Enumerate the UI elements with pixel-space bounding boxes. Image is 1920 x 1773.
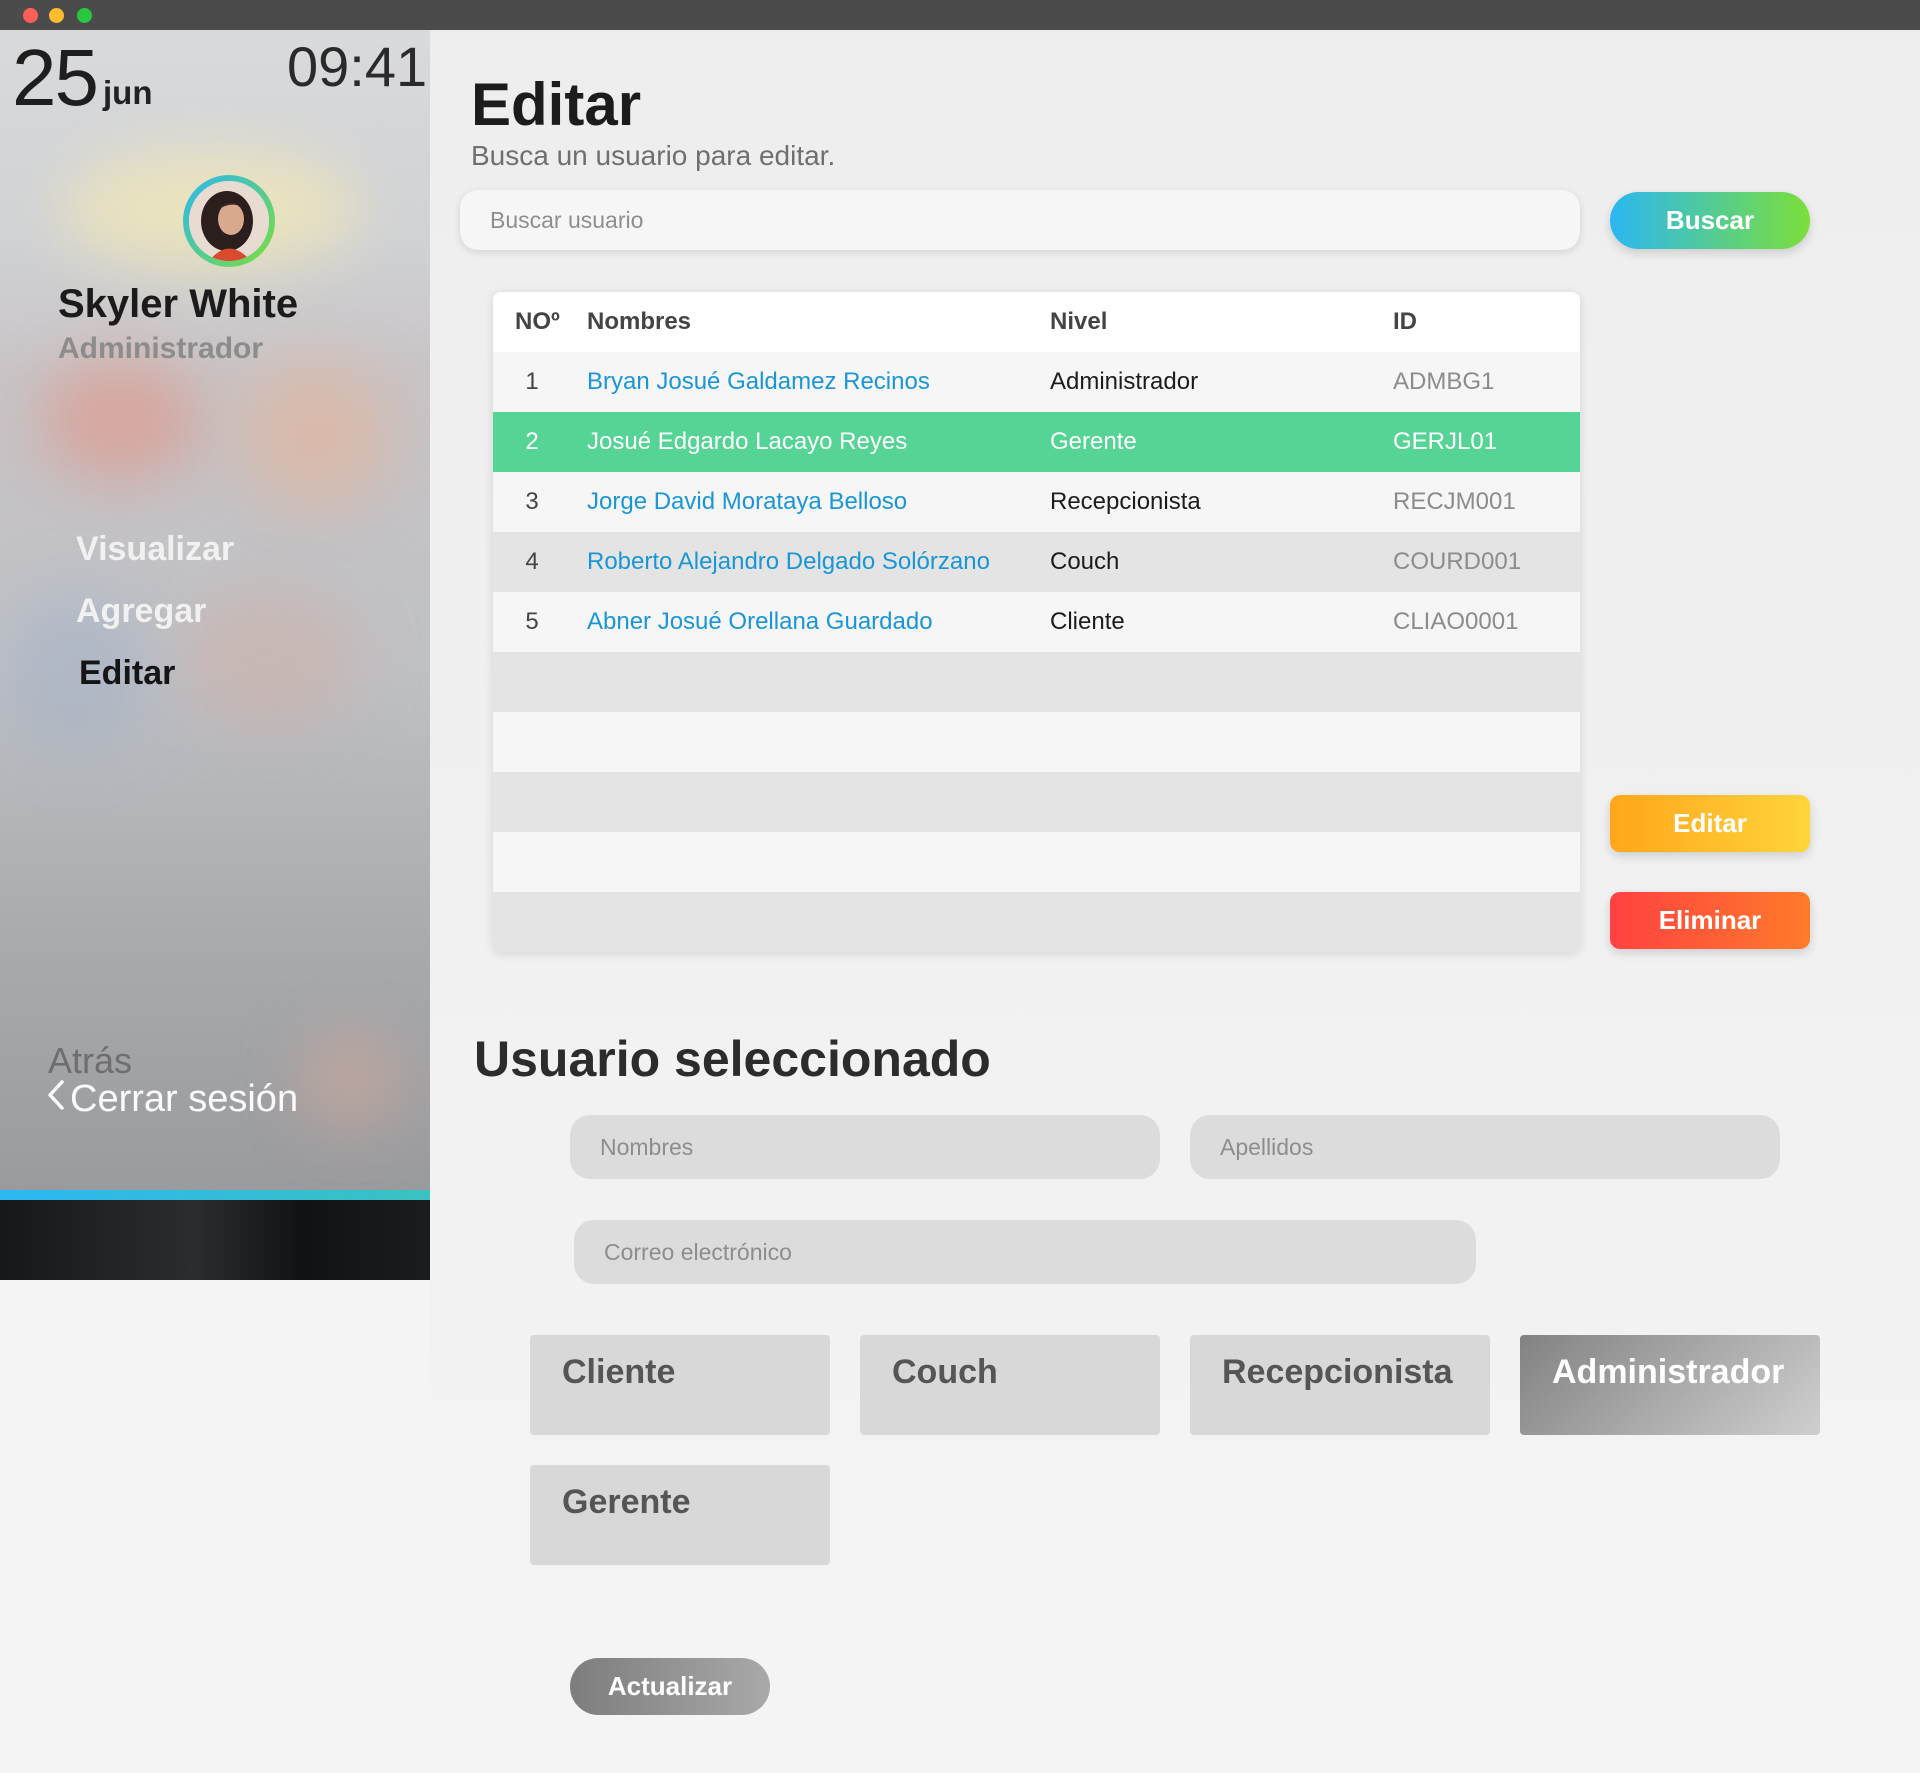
table-row[interactable]: 3 Jorge David Morataya Belloso Recepcion… bbox=[493, 472, 1580, 532]
search-button[interactable]: Buscar bbox=[1610, 192, 1810, 249]
nav-item-agregar[interactable]: Agregar bbox=[76, 592, 206, 631]
users-table: NOº Nombres Nivel ID 1 Bryan Josué Galda… bbox=[493, 292, 1580, 952]
row-level: Cliente bbox=[1050, 608, 1125, 635]
row-level: Couch bbox=[1050, 548, 1120, 575]
column-header-id: ID bbox=[1393, 308, 1417, 335]
minimize-window-button[interactable] bbox=[49, 8, 64, 23]
window-titlebar bbox=[0, 0, 1920, 30]
table-row[interactable]: 5 Abner Josué Orellana Guardado Cliente … bbox=[493, 592, 1580, 652]
page-title: Editar bbox=[471, 71, 642, 138]
row-level: Administrador bbox=[1050, 368, 1199, 395]
role-option-administrador[interactable]: Administrador bbox=[1520, 1335, 1820, 1435]
row-name[interactable]: Josué Edgardo Lacayo Reyes bbox=[587, 428, 907, 456]
update-button[interactable]: Actualizar bbox=[570, 1658, 770, 1715]
row-id: GERJL01 bbox=[1393, 428, 1498, 455]
apellidos-field[interactable] bbox=[1190, 1115, 1780, 1179]
back-label: Atrás bbox=[48, 1040, 133, 1081]
row-number: 4 bbox=[525, 548, 539, 575]
table-header: NOº Nombres Nivel ID bbox=[493, 292, 1580, 352]
logout-label: Cerrar sesión bbox=[70, 1078, 299, 1120]
nombres-field[interactable] bbox=[570, 1115, 1160, 1179]
row-number: 1 bbox=[525, 368, 539, 395]
row-number: 5 bbox=[525, 608, 539, 635]
row-number: 2 bbox=[525, 428, 539, 455]
nav-item-visualizar[interactable]: Visualizar bbox=[76, 530, 234, 569]
table-row[interactable]: 4 Roberto Alejandro Delgado Solórzano Co… bbox=[493, 532, 1580, 592]
clock: 09:41 bbox=[287, 35, 428, 98]
date-month: jun bbox=[103, 74, 153, 111]
email-field[interactable] bbox=[574, 1220, 1476, 1284]
user-role: Administrador bbox=[58, 332, 264, 365]
role-option-recepcionista[interactable]: Recepcionista bbox=[1190, 1335, 1490, 1435]
avatar-photo bbox=[189, 181, 269, 261]
row-level: Gerente bbox=[1050, 428, 1137, 455]
row-level: Recepcionista bbox=[1050, 488, 1201, 515]
chevron-left-icon bbox=[46, 1078, 70, 1121]
row-name[interactable]: Abner Josué Orellana Guardado bbox=[587, 608, 933, 636]
row-id: ADMBG1 bbox=[1393, 368, 1495, 395]
edit-button[interactable]: Editar bbox=[1610, 795, 1810, 852]
row-id: RECJM001 bbox=[1393, 488, 1516, 515]
table-row-empty bbox=[493, 772, 1580, 832]
role-option-cliente[interactable]: Cliente bbox=[530, 1335, 830, 1435]
table-row-selected[interactable]: 2 Josué Edgardo Lacayo Reyes Gerente GER… bbox=[493, 412, 1580, 472]
logout-button[interactable]: Cerrar sesión bbox=[46, 1078, 298, 1121]
column-header-nombres: Nombres bbox=[587, 308, 692, 335]
row-name[interactable]: Bryan Josué Galdamez Recinos bbox=[587, 368, 930, 396]
row-id: COURD001 bbox=[1393, 548, 1522, 575]
nav-item-editar[interactable]: Editar bbox=[79, 654, 175, 693]
table-row-empty bbox=[493, 712, 1580, 772]
date-day: 25 bbox=[12, 33, 99, 122]
search-input[interactable] bbox=[460, 190, 1580, 250]
delete-button[interactable]: Eliminar bbox=[1610, 892, 1810, 949]
table-row-empty bbox=[493, 652, 1580, 712]
column-header-nivel: Nivel bbox=[1050, 308, 1108, 335]
row-number: 3 bbox=[525, 488, 539, 515]
page-subtitle: Busca un usuario para editar. bbox=[471, 140, 836, 171]
zoom-window-button[interactable] bbox=[77, 8, 92, 23]
column-header-no: NOº bbox=[515, 308, 560, 335]
user-name: Skyler White bbox=[58, 282, 299, 326]
sidebar-bottom-image bbox=[0, 1200, 430, 1280]
table-row[interactable]: 1 Bryan Josué Galdamez Recinos Administr… bbox=[493, 352, 1580, 412]
table-row-empty bbox=[493, 892, 1580, 952]
row-name[interactable]: Roberto Alejandro Delgado Solórzano bbox=[587, 548, 990, 576]
role-option-gerente[interactable]: Gerente bbox=[530, 1465, 830, 1565]
role-option-couch[interactable]: Couch bbox=[860, 1335, 1160, 1435]
row-name[interactable]: Jorge David Morataya Belloso bbox=[587, 488, 907, 516]
close-window-button[interactable] bbox=[23, 8, 38, 23]
table-row-empty bbox=[493, 832, 1580, 892]
avatar bbox=[183, 175, 275, 267]
row-id: CLIAO0001 bbox=[1393, 608, 1519, 635]
section-title: Usuario seleccionado bbox=[474, 1031, 991, 1087]
